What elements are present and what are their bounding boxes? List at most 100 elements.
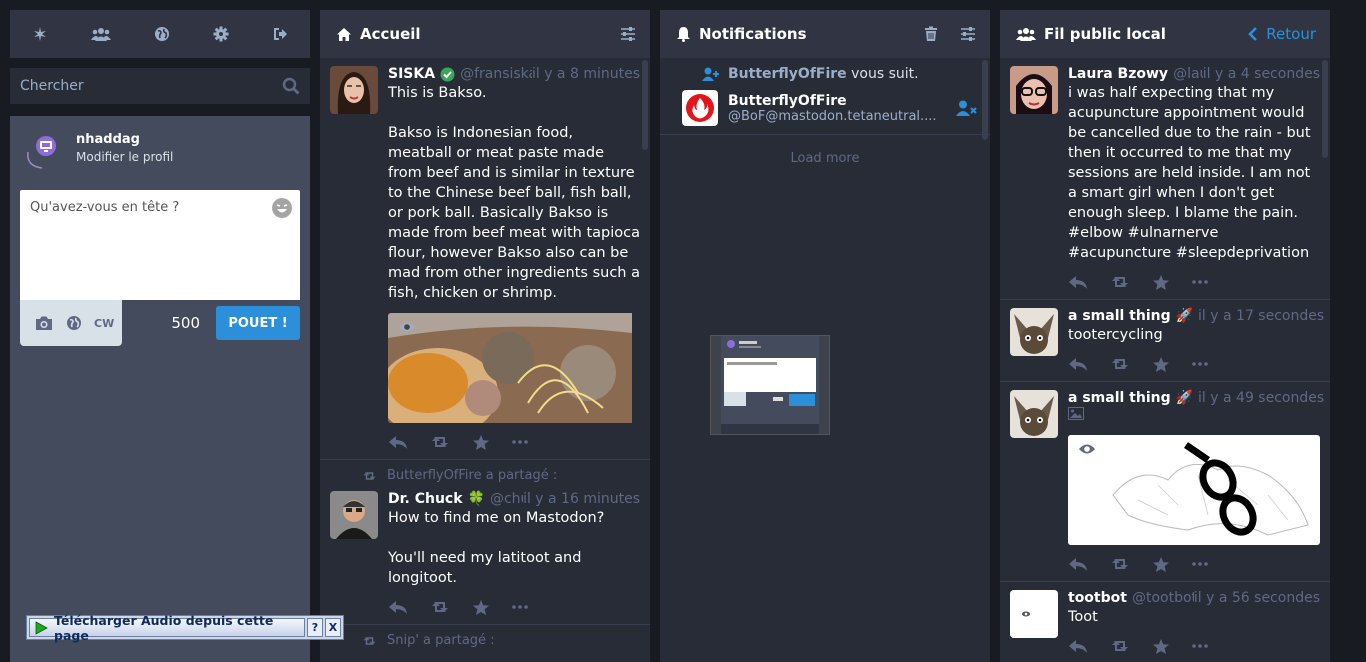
reply-icon[interactable]: [388, 599, 408, 615]
home-column-header[interactable]: Accueil: [320, 10, 650, 58]
logout-icon[interactable]: [272, 26, 288, 42]
status-media-image[interactable]: [388, 313, 640, 423]
column-settings-icon[interactable]: [620, 26, 636, 42]
status-item[interactable]: a small thing 🚀 @... il y a 49 secondes: [1000, 382, 1330, 582]
status-display-name[interactable]: Laura Bzowy: [1068, 66, 1168, 82]
clear-trash-icon[interactable]: [924, 26, 938, 42]
follower-name[interactable]: ButterflyOfFire: [728, 66, 847, 82]
account-avatar[interactable]: [682, 90, 718, 126]
settings-gear-icon[interactable]: [213, 26, 229, 42]
status-avatar[interactable]: [1010, 66, 1058, 114]
account-handle[interactable]: @BoF@mastodon.tetaneutral....: [728, 109, 956, 124]
notifications-list[interactable]: ButterflyOfFire vous suit. ButterflyOfFi…: [660, 58, 990, 662]
status-acct[interactable]: @chuc...: [490, 491, 523, 507]
camera-icon[interactable]: [34, 315, 54, 331]
status-time[interactable]: il y a 16 minutes: [523, 491, 640, 507]
more-options-icon[interactable]: [512, 440, 528, 444]
home-timeline[interactable]: SISKA @fransiska... il y a 8 minutes Thi…: [320, 58, 650, 662]
status-media-image[interactable]: [1068, 435, 1320, 545]
compose-textarea[interactable]: Qu'avez-vous en tête ?: [20, 190, 300, 300]
public-column-header[interactable]: Fil public local Retour: [1000, 10, 1330, 58]
federated-timeline-icon[interactable]: [154, 26, 170, 42]
addon-help-button[interactable]: ?: [307, 618, 323, 637]
status-display-name[interactable]: tootbot: [1068, 590, 1127, 606]
boost-icon[interactable]: [430, 434, 450, 450]
favourite-star-icon[interactable]: [472, 434, 490, 451]
follow-notification[interactable]: ButterflyOfFire vous suit.: [660, 58, 990, 82]
back-label[interactable]: Retour: [1266, 25, 1316, 43]
status-avatar[interactable]: [1010, 308, 1058, 356]
favourite-star-icon[interactable]: [1152, 638, 1170, 655]
status-display-name[interactable]: a small thing: [1068, 390, 1171, 406]
status-item[interactable]: tootbot @tootbot il y a 56 secondes Toot: [1000, 582, 1330, 662]
status-avatar[interactable]: [330, 66, 378, 114]
reblog-by-text[interactable]: Snip' a partagé :: [387, 633, 495, 648]
search-bar[interactable]: Chercher: [10, 68, 310, 104]
reblog-by-text[interactable]: ButterflyOfFire a partagé :: [387, 468, 557, 483]
scrollbar[interactable]: [982, 60, 988, 140]
status-item[interactable]: ButterflyOfFire a partagé : Dr. Chuck 🍀 …: [320, 460, 650, 625]
more-options-icon[interactable]: [512, 605, 528, 609]
boost-icon[interactable]: [1110, 556, 1130, 572]
boost-icon[interactable]: [1110, 638, 1130, 654]
status-avatar[interactable]: [1010, 390, 1058, 438]
status-avatar[interactable]: [330, 491, 378, 539]
boost-icon[interactable]: [1110, 274, 1130, 290]
download-audio-button[interactable]: Télécharger Audio depuis cette page: [29, 613, 305, 643]
reply-icon[interactable]: [1068, 638, 1088, 654]
search-input[interactable]: Chercher: [20, 78, 282, 94]
more-options-icon[interactable]: [1192, 280, 1208, 284]
more-options-icon[interactable]: [1192, 644, 1208, 648]
status-acct[interactable]: @fransiska...: [460, 66, 532, 82]
public-timeline[interactable]: Laura Bzowy @laura... il y a 4 secondes …: [1000, 58, 1330, 662]
reply-icon[interactable]: [1068, 556, 1088, 572]
addon-close-button[interactable]: X: [325, 618, 341, 637]
reply-icon[interactable]: [1068, 274, 1088, 290]
status-avatar[interactable]: [1010, 590, 1058, 638]
profile-username[interactable]: nhaddag: [76, 132, 173, 147]
column-settings-icon[interactable]: [960, 26, 976, 42]
local-timeline-icon[interactable]: [90, 26, 111, 42]
hide-media-eye-icon[interactable]: [398, 321, 416, 333]
edit-profile-link[interactable]: Modifier le profil: [76, 150, 173, 164]
status-display-name[interactable]: a small thing: [1068, 308, 1171, 324]
getting-started-icon[interactable]: [32, 26, 48, 42]
download-audio-label[interactable]: Télécharger Audio depuis cette page: [54, 613, 304, 643]
status-item[interactable]: SISKA @fransiska... il y a 8 minutes Thi…: [320, 58, 650, 460]
hide-media-eye-icon[interactable]: [1078, 443, 1096, 455]
more-options-icon[interactable]: [1192, 562, 1208, 566]
status-time[interactable]: il y a 4 secondes: [1203, 66, 1320, 82]
favourite-star-icon[interactable]: [1152, 356, 1170, 373]
favourite-star-icon[interactable]: [1152, 556, 1170, 573]
reply-icon[interactable]: [1068, 356, 1088, 372]
status-display-name[interactable]: SISKA: [388, 66, 435, 82]
privacy-globe-icon[interactable]: [66, 315, 82, 331]
boost-icon[interactable]: [1110, 356, 1130, 372]
toot-button[interactable]: POUET !: [216, 306, 300, 340]
status-display-name[interactable]: Dr. Chuck: [388, 491, 463, 507]
reply-icon[interactable]: [388, 434, 408, 450]
chevron-left-icon[interactable]: [1248, 27, 1258, 41]
search-icon[interactable]: [282, 77, 300, 95]
emoji-picker-icon[interactable]: [272, 198, 292, 218]
favourite-star-icon[interactable]: [1152, 274, 1170, 291]
cw-button[interactable]: CW: [94, 317, 114, 330]
load-more-button[interactable]: Load more: [660, 135, 990, 182]
status-time[interactable]: il y a 56 secondes: [1194, 590, 1320, 606]
status-acct[interactable]: @laura...: [1173, 66, 1203, 82]
back-button[interactable]: Retour: [1248, 25, 1316, 43]
account-card[interactable]: ButterflyOfFire @BoF@mastodon.tetaneutra…: [660, 82, 990, 135]
status-item[interactable]: a small thing 🚀 @... il y a 17 secondes …: [1000, 300, 1330, 382]
status-time[interactable]: il y a 49 secondes: [1198, 390, 1324, 406]
status-time[interactable]: il y a 17 secondes: [1198, 308, 1324, 324]
status-acct[interactable]: @tootbot: [1132, 590, 1194, 606]
notifications-column-header[interactable]: Notifications: [660, 10, 990, 58]
more-options-icon[interactable]: [1192, 362, 1208, 366]
status-item[interactable]: Laura Bzowy @laura... il y a 4 secondes …: [1000, 58, 1330, 300]
unfollow-user-x-icon[interactable]: [956, 100, 978, 116]
boost-icon[interactable]: [430, 599, 450, 615]
account-display-name[interactable]: ButterflyOfFire: [728, 93, 956, 109]
status-time[interactable]: il y a 8 minutes: [532, 66, 640, 82]
favourite-star-icon[interactable]: [472, 599, 490, 616]
avatar[interactable]: [22, 126, 68, 170]
